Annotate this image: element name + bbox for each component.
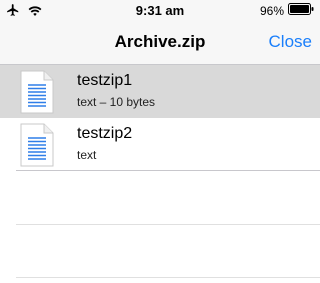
document-icon — [20, 70, 54, 114]
list-item[interactable]: testzip2 text — [0, 118, 320, 171]
file-detail: text – 10 bytes — [77, 95, 156, 109]
battery-icon — [288, 3, 314, 18]
empty-row-divider — [16, 277, 320, 278]
navigation-bar: Archive.zip Close — [0, 20, 320, 65]
row-divider — [16, 170, 320, 171]
close-button[interactable]: Close — [269, 32, 312, 52]
document-icon — [20, 123, 54, 167]
battery-percent: 96% — [259, 3, 284, 18]
file-detail: text — [77, 148, 97, 162]
file-name: testzip2 — [77, 125, 133, 142]
file-name: testzip1 — [77, 72, 133, 89]
empty-row-divider — [16, 224, 320, 225]
screen: 9:31 am 96% Archive.zip Close testzip1 t… — [0, 0, 320, 283]
file-list: testzip1 text – 10 bytes testzip2 text — [0, 65, 320, 171]
status-bar: 9:31 am 96% — [0, 0, 320, 20]
list-item[interactable]: testzip1 text – 10 bytes — [0, 65, 320, 118]
status-right: 96% — [260, 3, 314, 18]
